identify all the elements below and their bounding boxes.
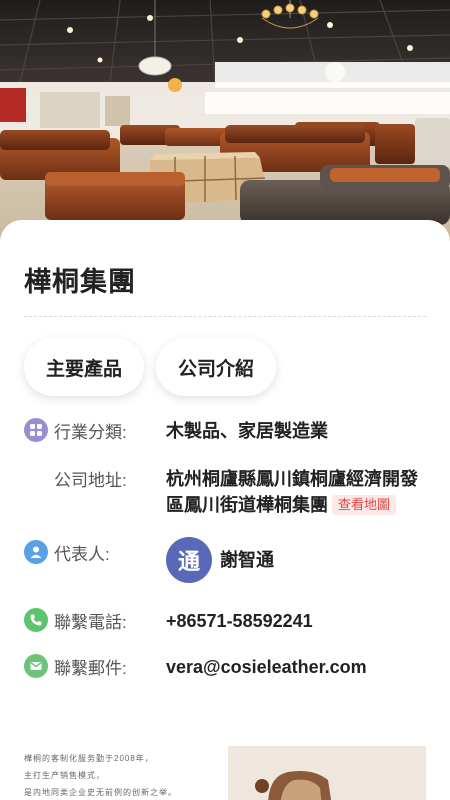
phone-value[interactable]: +86571-58592241 — [166, 608, 313, 634]
grid-icon — [24, 418, 48, 442]
promo-banner: 樺桐的客制化服务勤于2008年， 主打生产销售模式， 是内地同类企业史无前例的创… — [0, 740, 450, 800]
address-row: 公司地址: 杭州桐廬縣鳳川鎮桐廬經濟開發區鳳川街道樺桐集團 查看地圖 — [24, 466, 434, 518]
view-map-link[interactable]: 查看地圖 — [332, 495, 397, 515]
phone-icon — [24, 608, 48, 632]
promo-text: 樺桐的客制化服务勤于2008年， 主打生产销售模式， 是内地同类企业史无前例的创… — [24, 750, 214, 800]
section-tabs: 主要產品 公司介紹 — [24, 338, 277, 396]
company-info-card: 樺桐集團 主要產品 公司介紹 行業分類: 木製品、家居製造業 公司地址: 杭州桐… — [0, 220, 450, 800]
representative-label: 代表人: — [54, 545, 110, 564]
hero-showroom-photo — [0, 0, 450, 250]
representative-name: 謝智通 — [220, 550, 274, 570]
address-label: 公司地址: — [54, 471, 127, 490]
dashed-divider — [24, 316, 426, 317]
promo-chair-photo — [228, 746, 426, 800]
phone-row: 聯繫電話: +86571-58592241 — [24, 608, 313, 634]
avatar: 通 — [166, 537, 212, 583]
phone-label: 聯繫電話: — [54, 613, 127, 632]
email-label: 聯繫郵件: — [54, 659, 127, 678]
mail-icon — [24, 654, 48, 678]
tab-main-products[interactable]: 主要產品 — [24, 338, 145, 396]
tab-company-intro[interactable]: 公司介紹 — [156, 338, 277, 396]
company-name: 樺桐集團 — [24, 267, 136, 297]
email-row: 聯繫郵件: vera@cosieleather.com — [24, 654, 367, 680]
person-icon — [24, 540, 48, 564]
industry-label: 行業分類: — [54, 423, 127, 442]
representative-row: 代表人: 通 謝智通 — [24, 537, 274, 583]
industry-value: 木製品、家居製造業 — [166, 421, 328, 441]
promo-line: 是内地同类企业史无前例的创新之举。 — [24, 788, 177, 797]
industry-row: 行業分類: 木製品、家居製造業 — [24, 418, 328, 444]
email-value[interactable]: vera@cosieleather.com — [166, 654, 367, 680]
address-value-block: 杭州桐廬縣鳳川鎮桐廬經濟開發區鳳川街道樺桐集團 查看地圖 — [166, 466, 434, 518]
promo-line: 主打生产销售模式， — [24, 771, 105, 780]
representative-block: 通 謝智通 — [166, 537, 274, 583]
promo-line: 樺桐的客制化服务勤于2008年， — [24, 754, 154, 763]
